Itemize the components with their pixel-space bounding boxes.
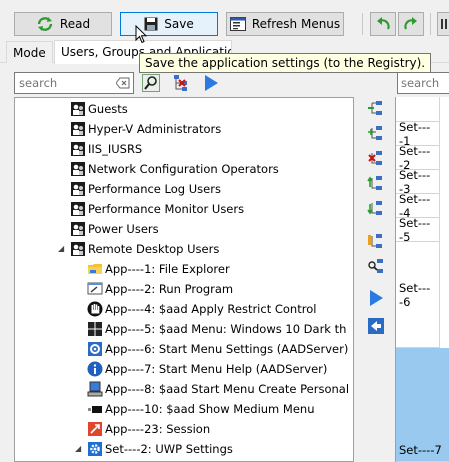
magnifier-icon [142, 74, 160, 92]
tree-item-app-2-run-program[interactable]: App----2: Run Program [87, 279, 233, 299]
group-icon [71, 202, 85, 216]
tree-item-app-6-start-menu-settings[interactable]: App----6: Start Menu Settings (AADServer… [87, 339, 348, 359]
collapse-arrow-icon[interactable]: ◢ [75, 444, 81, 453]
toolbar-separator [362, 13, 363, 35]
tree-item-guests[interactable]: Guests [70, 99, 128, 119]
action-button-column [362, 95, 390, 462]
grid-row[interactable]: Set----6 [396, 242, 440, 348]
toolbar-separator [430, 13, 431, 35]
tree-item-power-users[interactable]: Power Users [70, 219, 159, 239]
tree-item-performance-monitor-users[interactable]: Performance Monitor Users [70, 199, 244, 219]
back-arrow-icon [368, 318, 384, 334]
tree-item-app-1-file-explorer[interactable]: App----1: File Explorer [87, 259, 230, 279]
remove-button[interactable] [365, 147, 387, 169]
tree-item-app-4-apply-restrict-control[interactable]: App----4: $aad Apply Restrict Control [87, 299, 316, 319]
run-icon [87, 282, 103, 295]
grid-row[interactable]: Set----1 [396, 120, 440, 148]
read-label: Read [59, 17, 91, 31]
grid-row-selected[interactable]: Set----7 [396, 348, 449, 462]
move-down-button[interactable] [365, 197, 387, 219]
group-icon [71, 162, 85, 176]
tree-item-app-8-create-personal[interactable]: App----8: $aad Start Menu Create Persona… [87, 379, 349, 399]
grid-row[interactable]: Set----4 [396, 192, 440, 220]
menu-window-icon [229, 17, 246, 31]
insert-after-button[interactable] [365, 122, 387, 144]
session-icon [88, 422, 102, 436]
tree-item-network-configuration-operators[interactable]: Network Configuration Operators [70, 159, 279, 179]
search-tree-button[interactable] [365, 255, 387, 277]
tree-insert-icon [368, 101, 382, 115]
tab-mode[interactable]: Mode [6, 41, 53, 63]
tree-item-hyper-v-administrators[interactable]: Hyper-V Administrators [70, 119, 221, 139]
tree-item-app-5-windows-10-dark[interactable]: App----5: $aad Menu: Windows 10 Dark th [87, 319, 346, 339]
group-icon [71, 122, 85, 136]
folder-icon [88, 264, 102, 274]
tree-search-icon [368, 259, 383, 273]
gear-icon [88, 442, 102, 456]
play-triangle-icon [205, 75, 218, 91]
group-icon [71, 182, 85, 196]
right-search-input[interactable] [398, 73, 449, 93]
settings-icon [88, 342, 102, 356]
collapse-arrow-icon[interactable]: ◢ [58, 244, 64, 253]
bars-icon [441, 19, 447, 29]
tree-remove-icon [368, 151, 382, 165]
toolbar: Read Save Refresh Menus [0, 0, 449, 44]
tree-item-performance-log-users[interactable]: Performance Log Users [70, 179, 221, 199]
settings-grid: Set----1 Set----2 Set----3 Set----4 Set-… [395, 97, 449, 462]
more-button[interactable] [437, 12, 449, 36]
move-down-icon [367, 201, 382, 215]
mouse-cursor-icon [135, 25, 147, 44]
play-button[interactable] [200, 72, 222, 94]
pencil-edit-icon [368, 234, 382, 248]
save-label: Save [164, 17, 194, 31]
tree-item-app-23-session[interactable]: App----23: Session [87, 419, 210, 439]
tree-add-icon [368, 126, 382, 140]
tree-item-remote-desktop-users[interactable]: Remote Desktop Users [70, 239, 219, 259]
hand-icon [87, 301, 103, 317]
back-button[interactable] [365, 315, 387, 337]
tree-item-app-7-start-menu-help[interactable]: App----7: Start Menu Help (AADServer) [87, 359, 327, 379]
read-button[interactable]: Read [14, 12, 112, 36]
move-up-icon [367, 176, 382, 190]
save-tooltip: Save the application settings (to the Re… [139, 53, 432, 73]
users-groups-tree: Guests Hyper-V Administrators IIS_IUSRS … [14, 97, 354, 462]
edit-button[interactable] [365, 230, 387, 252]
right-search-box [397, 72, 449, 94]
info-icon [87, 361, 103, 377]
grid-header [396, 97, 440, 122]
grid-row[interactable]: Set----2 [396, 144, 440, 172]
grid-row[interactable]: Set----3 [396, 168, 440, 196]
tree-item-app-10-show-medium-menu[interactable]: App----10: $aad Show Medium Menu [87, 399, 315, 419]
grid-row[interactable]: Set----5 [396, 216, 440, 244]
insert-before-button[interactable] [365, 97, 387, 119]
clear-search-icon[interactable] [116, 76, 130, 90]
group-icon [71, 242, 85, 256]
filter-clear-button[interactable] [170, 72, 192, 94]
windows-icon [88, 322, 102, 336]
left-search-box [14, 72, 134, 94]
refresh-icon [37, 17, 53, 31]
undo-button[interactable] [370, 12, 396, 36]
redo-arrow-icon [404, 17, 417, 30]
computer-icon [87, 381, 103, 397]
group-icon [71, 142, 85, 156]
move-up-button[interactable] [365, 172, 387, 194]
tree-item-iis-iusrs[interactable]: IIS_IUSRS [70, 139, 142, 159]
left-search-input[interactable] [15, 73, 111, 93]
refresh-menus-label: Refresh Menus [251, 17, 341, 31]
find-button[interactable] [140, 72, 162, 94]
play-right-button[interactable] [365, 287, 387, 309]
menu-icon [88, 406, 102, 413]
play-triangle-icon [370, 290, 383, 306]
refresh-menus-button[interactable]: Refresh Menus [226, 12, 344, 36]
tree-item-set-2-uwp-settings[interactable]: Set----2: UWP Settings [87, 439, 233, 459]
redo-button[interactable] [398, 12, 424, 36]
group-icon [71, 222, 85, 236]
filter-tree-icon [174, 75, 187, 91]
undo-arrow-icon [377, 17, 390, 30]
group-icon [71, 102, 85, 116]
